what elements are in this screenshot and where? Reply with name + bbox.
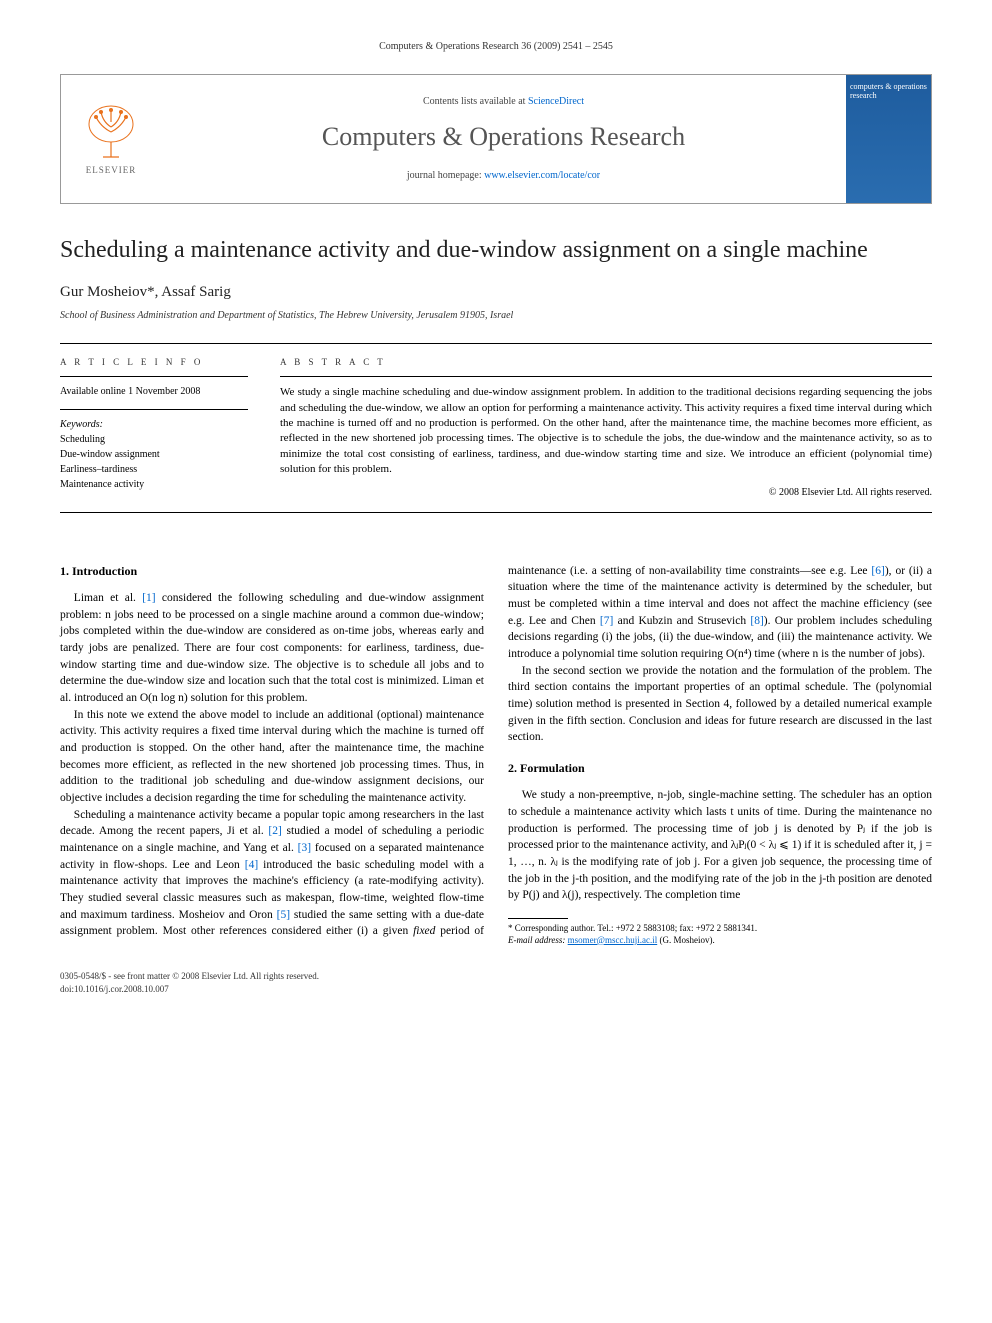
- keyword: Earliness–tardiness: [60, 462, 248, 477]
- journal-name: Computers & Operations Research: [322, 119, 685, 155]
- keyword: Scheduling: [60, 432, 248, 447]
- journal-header-box: ELSEVIER Contents lists available at Sci…: [60, 74, 932, 204]
- footnote-email-line: E-mail address: msomer@mscc.huji.ac.il (…: [508, 935, 932, 947]
- footnote-line: * Corresponding author. Tel.: +972 2 588…: [508, 923, 932, 935]
- email-label: E-mail address:: [508, 935, 568, 945]
- info-abstract-row: A R T I C L E I N F O Available online 1…: [60, 343, 932, 512]
- elsevier-tree-icon: [81, 102, 141, 162]
- abstract-heading: A B S T R A C T: [280, 356, 932, 369]
- keywords-heading: Keywords:: [60, 418, 248, 432]
- citation-link[interactable]: [1]: [142, 592, 155, 604]
- divider: [60, 376, 248, 377]
- cover-title-text: computers & operations research: [850, 83, 927, 101]
- section-2-heading: 2. Formulation: [508, 760, 932, 777]
- keyword: Maintenance activity: [60, 477, 248, 492]
- doi-line: doi:10.1016/j.cor.2008.10.007: [60, 983, 932, 996]
- running-header: Computers & Operations Research 36 (2009…: [60, 40, 932, 54]
- corresponding-author-footnote: * Corresponding author. Tel.: +972 2 588…: [508, 923, 932, 946]
- body-paragraph: In this note we extend the above model t…: [60, 707, 484, 807]
- citation-link[interactable]: [6]: [871, 565, 884, 577]
- body-columns: 1. Introduction Liman et al. [1] conside…: [60, 563, 932, 947]
- citation-link[interactable]: [2]: [268, 825, 281, 837]
- article-info-heading: A R T I C L E I N F O: [60, 356, 248, 369]
- journal-header-center: Contents lists available at ScienceDirec…: [161, 75, 846, 203]
- keyword: Due-window assignment: [60, 447, 248, 462]
- info-abstract-bottom-rule: [60, 512, 932, 513]
- article-affiliation: School of Business Administration and De…: [60, 309, 932, 323]
- publisher-name: ELSEVIER: [86, 164, 137, 177]
- available-online: Available online 1 November 2008: [60, 385, 248, 399]
- italic-text: fixed: [413, 925, 435, 937]
- divider: [60, 409, 248, 410]
- abstract-copyright: © 2008 Elsevier Ltd. All rights reserved…: [280, 486, 932, 500]
- footnote-separator: [508, 918, 568, 919]
- text-run: considered the following scheduling and …: [60, 592, 484, 704]
- journal-homepage-line: journal homepage: www.elsevier.com/locat…: [407, 169, 600, 183]
- email-suffix: (G. Mosheiov).: [657, 935, 715, 945]
- citation-link[interactable]: [4]: [245, 859, 258, 871]
- journal-cover-thumbnail: computers & operations research: [846, 75, 931, 203]
- divider: [280, 376, 932, 377]
- article-authors: Gur Mosheiov*, Assaf Sarig: [60, 282, 932, 303]
- citation-link[interactable]: [7]: [600, 615, 613, 627]
- abstract-block: A B S T R A C T We study a single machin…: [260, 344, 932, 512]
- body-paragraph: Liman et al. [1] considered the followin…: [60, 590, 484, 707]
- journal-homepage-link[interactable]: www.elsevier.com/locate/cor: [484, 170, 600, 181]
- publisher-logo: ELSEVIER: [61, 75, 161, 203]
- front-matter-line: 0305-0548/$ - see front matter © 2008 El…: [60, 970, 932, 983]
- section-1-heading: 1. Introduction: [60, 563, 484, 580]
- body-paragraph: We study a non-preemptive, n-job, single…: [508, 787, 932, 904]
- contents-available-line: Contents lists available at ScienceDirec…: [423, 95, 584, 109]
- sciencedirect-link[interactable]: ScienceDirect: [528, 96, 584, 107]
- text-run: and Kubzin and Strusevich: [613, 615, 750, 627]
- citation-link[interactable]: [3]: [298, 842, 311, 854]
- article-title: Scheduling a maintenance activity and du…: [60, 234, 932, 268]
- contents-prefix: Contents lists available at: [423, 96, 528, 107]
- text-run: Liman et al.: [74, 592, 142, 604]
- article-info-block: A R T I C L E I N F O Available online 1…: [60, 344, 260, 512]
- citation-link[interactable]: [8]: [750, 615, 763, 627]
- author-email-link[interactable]: msomer@mscc.huji.ac.il: [568, 935, 658, 945]
- body-paragraph: In the second section we provide the not…: [508, 663, 932, 746]
- citation-link[interactable]: [5]: [277, 909, 290, 921]
- abstract-text: We study a single machine scheduling and…: [280, 385, 932, 477]
- homepage-prefix: journal homepage:: [407, 170, 484, 181]
- page-footer: 0305-0548/$ - see front matter © 2008 El…: [60, 970, 932, 995]
